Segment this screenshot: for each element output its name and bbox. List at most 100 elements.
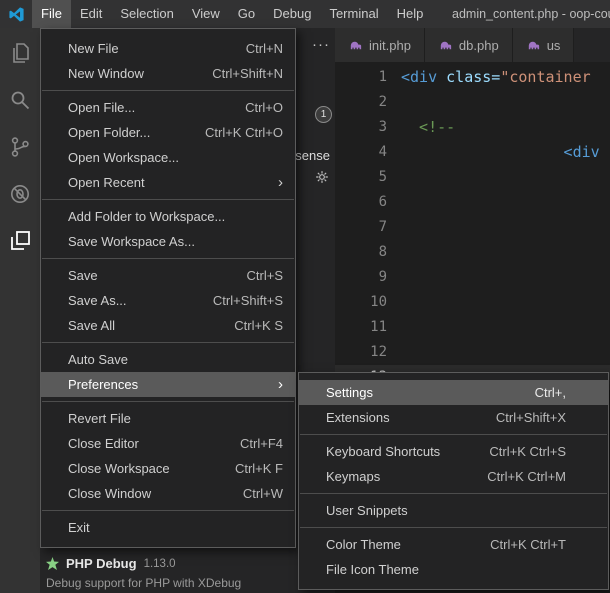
menubar-debug[interactable]: Debug xyxy=(264,0,320,28)
code-line[interactable]: 9 xyxy=(335,265,610,290)
menu-item-open-folder[interactable]: Open Folder... Ctrl+K Ctrl+O xyxy=(41,120,295,145)
menu-item-settings[interactable]: Settings Ctrl+, xyxy=(299,380,608,405)
php-file-icon xyxy=(348,38,363,53)
line-number[interactable]: 12 xyxy=(335,340,401,365)
menubar-help[interactable]: Help xyxy=(388,0,433,28)
submenu-arrow-icon xyxy=(278,372,283,397)
explorer-icon[interactable] xyxy=(7,40,33,66)
submenu-arrow-icon xyxy=(278,170,283,195)
extension-name: PHP Debug xyxy=(66,556,137,571)
menu-item-close-workspace[interactable]: Close Workspace Ctrl+K F xyxy=(41,456,295,481)
code-line[interactable]: 12 xyxy=(335,340,610,365)
search-icon[interactable] xyxy=(7,87,33,113)
menu-separator xyxy=(42,258,294,259)
extensions-badge: 1 xyxy=(315,106,332,123)
code-line[interactable]: 8 xyxy=(335,240,610,265)
menubar-edit[interactable]: Edit xyxy=(71,0,111,28)
line-number[interactable]: 9 xyxy=(335,265,401,290)
menu-item-open-workspace[interactable]: Open Workspace... xyxy=(41,145,295,170)
menu-item-auto-save[interactable]: Auto Save xyxy=(41,347,295,372)
menu-separator xyxy=(300,527,607,528)
more-actions-icon[interactable]: ··· xyxy=(312,36,330,53)
line-number[interactable]: 6 xyxy=(335,190,401,215)
menu-item-extensions[interactable]: Extensions Ctrl+Shift+X xyxy=(299,405,608,430)
vscode-logo-icon xyxy=(8,6,25,23)
menu-item-open-file[interactable]: Open File... Ctrl+O xyxy=(41,95,295,120)
debug-icon[interactable] xyxy=(7,181,33,207)
menu-item-keyboard-shortcuts[interactable]: Keyboard Shortcuts Ctrl+K Ctrl+S xyxy=(299,439,608,464)
menu-separator xyxy=(42,342,294,343)
window-title: admin_content.php - oop-cou xyxy=(452,0,610,28)
title-bar: File Edit Selection View Go Debug Termin… xyxy=(0,0,610,28)
tab-init-php[interactable]: init.php xyxy=(335,28,425,62)
code-line[interactable]: 7 xyxy=(335,215,610,240)
line-number[interactable]: 5 xyxy=(335,165,401,190)
line-number[interactable]: 3 xyxy=(335,115,401,140)
menu-item-save-as[interactable]: Save As... Ctrl+Shift+S xyxy=(41,288,295,313)
activity-bar xyxy=(0,28,40,593)
menu-separator xyxy=(42,401,294,402)
tab-bar: init.php db.php us xyxy=(335,28,610,62)
menu-separator xyxy=(42,90,294,91)
menubar-selection[interactable]: Selection xyxy=(111,0,182,28)
menu-item-save-all[interactable]: Save All Ctrl+K S xyxy=(41,313,295,338)
tab-label: init.php xyxy=(369,38,411,53)
menu-item-user-snippets[interactable]: User Snippets xyxy=(299,498,608,523)
menu-item-keymaps[interactable]: Keymaps Ctrl+K Ctrl+M xyxy=(299,464,608,489)
menu-item-new-window[interactable]: New Window Ctrl+Shift+N xyxy=(41,61,295,86)
menubar-terminal[interactable]: Terminal xyxy=(320,0,387,28)
menu-item-preferences[interactable]: Preferences xyxy=(41,372,295,397)
extension-version: 1.13.0 xyxy=(144,558,176,570)
code-line[interactable]: 11 xyxy=(335,315,610,340)
source-control-icon[interactable] xyxy=(7,134,33,160)
line-number[interactable]: 7 xyxy=(335,215,401,240)
extension-item-php-debug[interactable]: PHP Debug 1.13.0 Debug support for PHP w… xyxy=(46,556,330,590)
menu-separator xyxy=(300,434,607,435)
file-menu: New File Ctrl+N New Window Ctrl+Shift+N … xyxy=(40,28,296,548)
php-file-icon xyxy=(526,38,541,53)
menu-item-close-editor[interactable]: Close Editor Ctrl+F4 xyxy=(41,431,295,456)
tab-db-php[interactable]: db.php xyxy=(425,28,513,62)
line-number[interactable]: 8 xyxy=(335,240,401,265)
menu-separator xyxy=(42,510,294,511)
code-area[interactable]: 1 <div class="container 2 3 <!-- 4 <div … xyxy=(335,62,610,415)
menu-item-new-file[interactable]: New File Ctrl+N xyxy=(41,36,295,61)
menu-item-save-workspace-as[interactable]: Save Workspace As... xyxy=(41,229,295,254)
line-number[interactable]: 4 xyxy=(335,140,401,165)
menu-separator xyxy=(300,493,607,494)
extensions-icon[interactable] xyxy=(7,228,33,254)
menu-bar: File Edit Selection View Go Debug Termin… xyxy=(32,0,432,28)
code-line[interactable]: 10 xyxy=(335,290,610,315)
preferences-submenu: Settings Ctrl+, Extensions Ctrl+Shift+X … xyxy=(298,372,609,590)
php-file-icon xyxy=(438,38,453,53)
tab-label: us xyxy=(547,38,561,53)
line-number[interactable]: 2 xyxy=(335,90,401,115)
code-line[interactable]: 6 xyxy=(335,190,610,215)
code-line[interactable]: 3 <!-- xyxy=(335,115,610,140)
menu-separator xyxy=(42,199,294,200)
tab-users-php[interactable]: us xyxy=(513,28,575,62)
menu-item-revert-file[interactable]: Revert File xyxy=(41,406,295,431)
menubar-go[interactable]: Go xyxy=(229,0,264,28)
extension-description: Debug support for PHP with XDebug xyxy=(46,576,330,590)
menu-item-file-icon-theme[interactable]: File Icon Theme xyxy=(299,557,608,582)
menubar-view[interactable]: View xyxy=(183,0,229,28)
code-line[interactable]: 2 xyxy=(335,90,610,115)
code-line[interactable]: 5 xyxy=(335,165,610,190)
line-number[interactable]: 1 xyxy=(335,65,401,90)
line-number[interactable]: 10 xyxy=(335,290,401,315)
menu-item-open-recent[interactable]: Open Recent xyxy=(41,170,295,195)
line-number[interactable]: 11 xyxy=(335,315,401,340)
menubar-file[interactable]: File xyxy=(32,0,71,28)
php-debug-icon xyxy=(46,557,59,570)
gear-icon[interactable] xyxy=(315,170,329,189)
menu-item-add-folder-to-workspace[interactable]: Add Folder to Workspace... xyxy=(41,204,295,229)
code-line[interactable]: 4 <div xyxy=(335,140,610,165)
menu-item-close-window[interactable]: Close Window Ctrl+W xyxy=(41,481,295,506)
extension-name-partial: isense xyxy=(292,148,330,163)
tab-label: db.php xyxy=(459,38,499,53)
menu-item-color-theme[interactable]: Color Theme Ctrl+K Ctrl+T xyxy=(299,532,608,557)
menu-item-save[interactable]: Save Ctrl+S xyxy=(41,263,295,288)
code-line[interactable]: 1 <div class="container xyxy=(335,65,610,90)
menu-item-exit[interactable]: Exit xyxy=(41,515,295,540)
